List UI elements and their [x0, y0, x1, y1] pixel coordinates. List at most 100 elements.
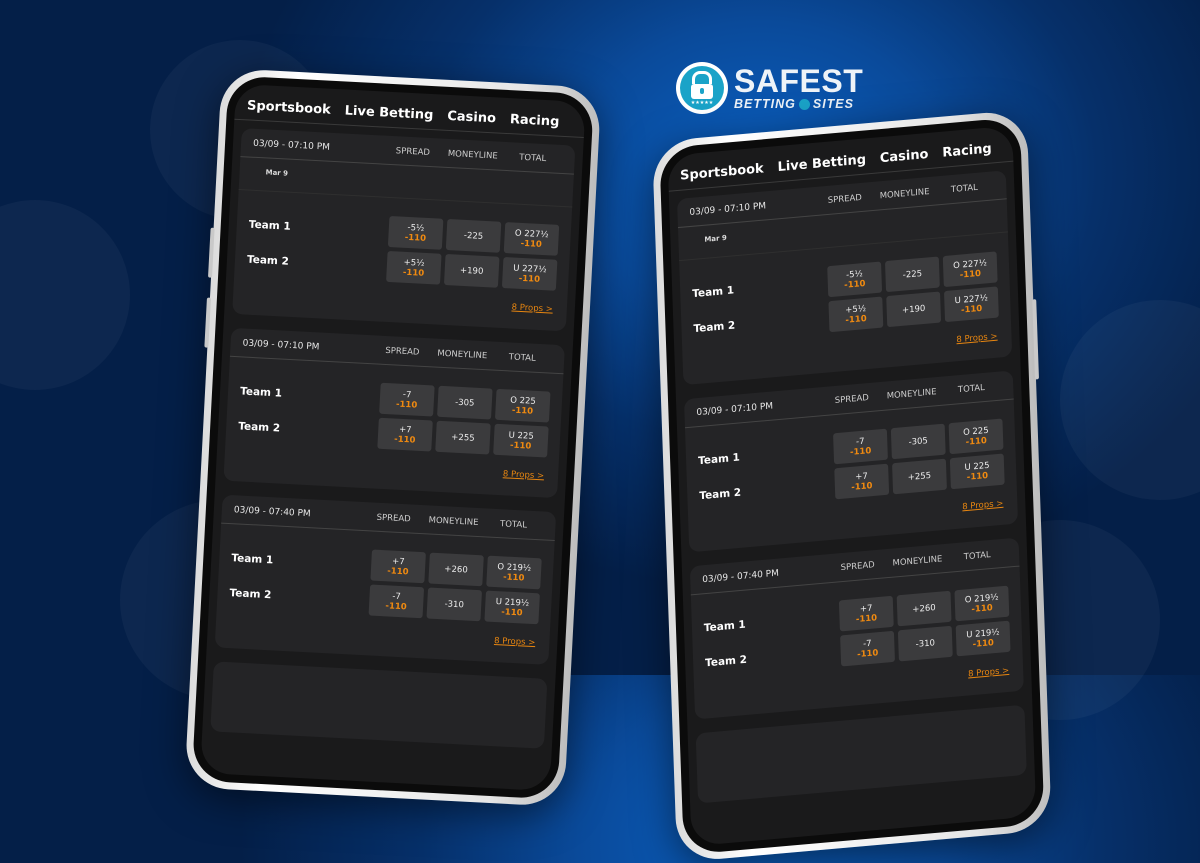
moneyline-button[interactable]: +190: [886, 291, 942, 328]
nav-live-betting[interactable]: Live Betting: [777, 152, 866, 175]
spread-line: -7: [392, 591, 402, 602]
total-button[interactable]: O 227½ -110: [503, 222, 560, 256]
total-button[interactable]: U 219½ -110: [955, 620, 1011, 657]
moneyline-button[interactable]: -310: [897, 625, 953, 662]
total-button[interactable]: O 225 -110: [948, 418, 1004, 455]
game-card: 03/09 - 07:10 PM SPREAD MONEYLINE TOTAL …: [683, 370, 1019, 553]
game-time: 03/09 - 07:10 PM: [242, 338, 320, 353]
moneyline-button[interactable]: -305: [890, 423, 946, 460]
game-time: 03/09 - 07:10 PM: [689, 201, 767, 219]
phone-screen: Sportsbook Live Betting Casino Racing 03…: [200, 83, 586, 792]
nav-racing[interactable]: Racing: [942, 141, 992, 160]
col-total: TOTAL: [508, 352, 536, 364]
game-card: 03/09 - 07:40 PM SPREAD MONEYLINE TOTAL …: [689, 537, 1024, 720]
spread-button[interactable]: +7 -110: [838, 595, 894, 632]
moneyline-button[interactable]: -225: [884, 256, 940, 293]
game-card: 03/09 - 07:10 PM SPREAD MONEYLINE TOTAL …: [676, 170, 1013, 386]
moneyline-button[interactable]: -310: [426, 587, 483, 622]
nav-casino[interactable]: Casino: [880, 147, 929, 166]
moneyline-value: -310: [915, 637, 936, 650]
total-odds: -110: [520, 238, 543, 250]
moneyline-button[interactable]: -305: [437, 385, 493, 420]
nav-casino[interactable]: Casino: [447, 109, 496, 127]
team-name: Team 1: [692, 283, 735, 300]
moneyline-button[interactable]: +190: [443, 253, 500, 288]
team-name: Team 1: [231, 551, 274, 566]
spread-button[interactable]: +7 -110: [370, 549, 426, 584]
spread-button[interactable]: -7 -110: [379, 382, 435, 417]
total-odds: -110: [511, 405, 534, 417]
total-button[interactable]: U 219½ -110: [484, 590, 540, 625]
col-moneyline: MONEYLINE: [886, 387, 937, 402]
total-button[interactable]: O 225 -110: [494, 388, 551, 423]
total-odds: -110: [960, 303, 983, 316]
nav-sportsbook[interactable]: Sportsbook: [680, 161, 764, 183]
moneyline-button[interactable]: -225: [445, 219, 502, 253]
spread-odds: -110: [393, 434, 416, 446]
col-spread: SPREAD: [827, 192, 863, 206]
col-spread: SPREAD: [395, 146, 431, 158]
spread-button[interactable]: +7 -110: [377, 417, 433, 452]
phone-left: Sportsbook Live Betting Casino Racing 03…: [184, 68, 602, 807]
spread-button[interactable]: +5½ -110: [828, 296, 884, 333]
game-time: 03/09 - 07:10 PM: [696, 401, 774, 419]
total-button[interactable]: U 227½ -110: [501, 256, 558, 291]
moneyline-value: -305: [454, 397, 475, 409]
team-name: Team 2: [246, 253, 290, 268]
spread-button[interactable]: +7 -110: [834, 463, 890, 500]
game-card-partial: [210, 661, 548, 749]
side-button: [204, 297, 211, 348]
moneyline-button[interactable]: +260: [428, 552, 484, 587]
moneyline-value: +260: [912, 602, 936, 615]
spread-odds: -110: [844, 278, 866, 291]
moneyline-button[interactable]: +260: [896, 590, 952, 627]
background-bubble: [0, 200, 130, 390]
spread-button[interactable]: -7 -110: [833, 428, 888, 465]
total-button[interactable]: O 219½ -110: [954, 585, 1010, 622]
total-odds: -110: [518, 273, 541, 285]
spread-button[interactable]: -7 -110: [368, 584, 425, 619]
spread-odds: -110: [385, 600, 407, 612]
team-name: Team 1: [239, 384, 283, 400]
total-odds: -110: [502, 571, 525, 584]
phone-right: Sportsbook Live Betting Casino Racing 03…: [652, 109, 1052, 863]
spread-odds: -110: [845, 313, 867, 326]
total-button[interactable]: O 219½ -110: [486, 555, 542, 590]
team-name: Team 2: [229, 586, 272, 601]
basketball-icon: [798, 99, 810, 110]
team-name: Team 2: [699, 486, 742, 502]
nav-sportsbook[interactable]: Sportsbook: [247, 98, 331, 117]
total-button[interactable]: O 227½ -110: [942, 251, 998, 288]
spread-line: +7: [391, 556, 405, 567]
col-total: TOTAL: [957, 382, 985, 396]
total-odds: -110: [972, 637, 995, 650]
moneyline-value: +255: [451, 432, 475, 444]
spread-button[interactable]: -5½ -110: [827, 261, 883, 298]
moneyline-value: -225: [902, 268, 923, 281]
spread-odds: -110: [856, 647, 879, 660]
spread-button[interactable]: -7 -110: [840, 630, 895, 667]
moneyline-button[interactable]: +255: [892, 458, 947, 495]
spread-button[interactable]: -5½ -110: [387, 215, 444, 250]
moneyline-button[interactable]: +255: [435, 420, 491, 455]
spread-odds: -110: [402, 267, 425, 279]
nav-live-betting[interactable]: Live Betting: [344, 103, 433, 123]
game-card: 03/09 - 07:40 PM SPREAD MONEYLINE TOTAL …: [214, 494, 557, 665]
stars-icon: ★★★★★: [690, 99, 714, 106]
col-moneyline: MONEYLINE: [428, 515, 479, 529]
total-button[interactable]: U 227½ -110: [943, 286, 999, 323]
spread-button[interactable]: +5½ -110: [386, 250, 442, 285]
col-spread: SPREAD: [834, 393, 870, 407]
team-name: Team 2: [693, 318, 736, 335]
spread-odds: -110: [849, 445, 872, 458]
col-total: TOTAL: [950, 182, 979, 196]
total-button[interactable]: U 225 -110: [949, 453, 1005, 490]
moneyline-value: +190: [459, 265, 484, 277]
col-moneyline: MONEYLINE: [892, 554, 943, 569]
col-spread: SPREAD: [840, 560, 875, 574]
nav-racing[interactable]: Racing: [510, 112, 560, 130]
game-time: 03/09 - 07:40 PM: [233, 505, 311, 520]
col-spread: SPREAD: [376, 512, 411, 525]
brand-sub-right: SITES: [812, 97, 854, 112]
total-button[interactable]: U 225 -110: [493, 423, 549, 458]
